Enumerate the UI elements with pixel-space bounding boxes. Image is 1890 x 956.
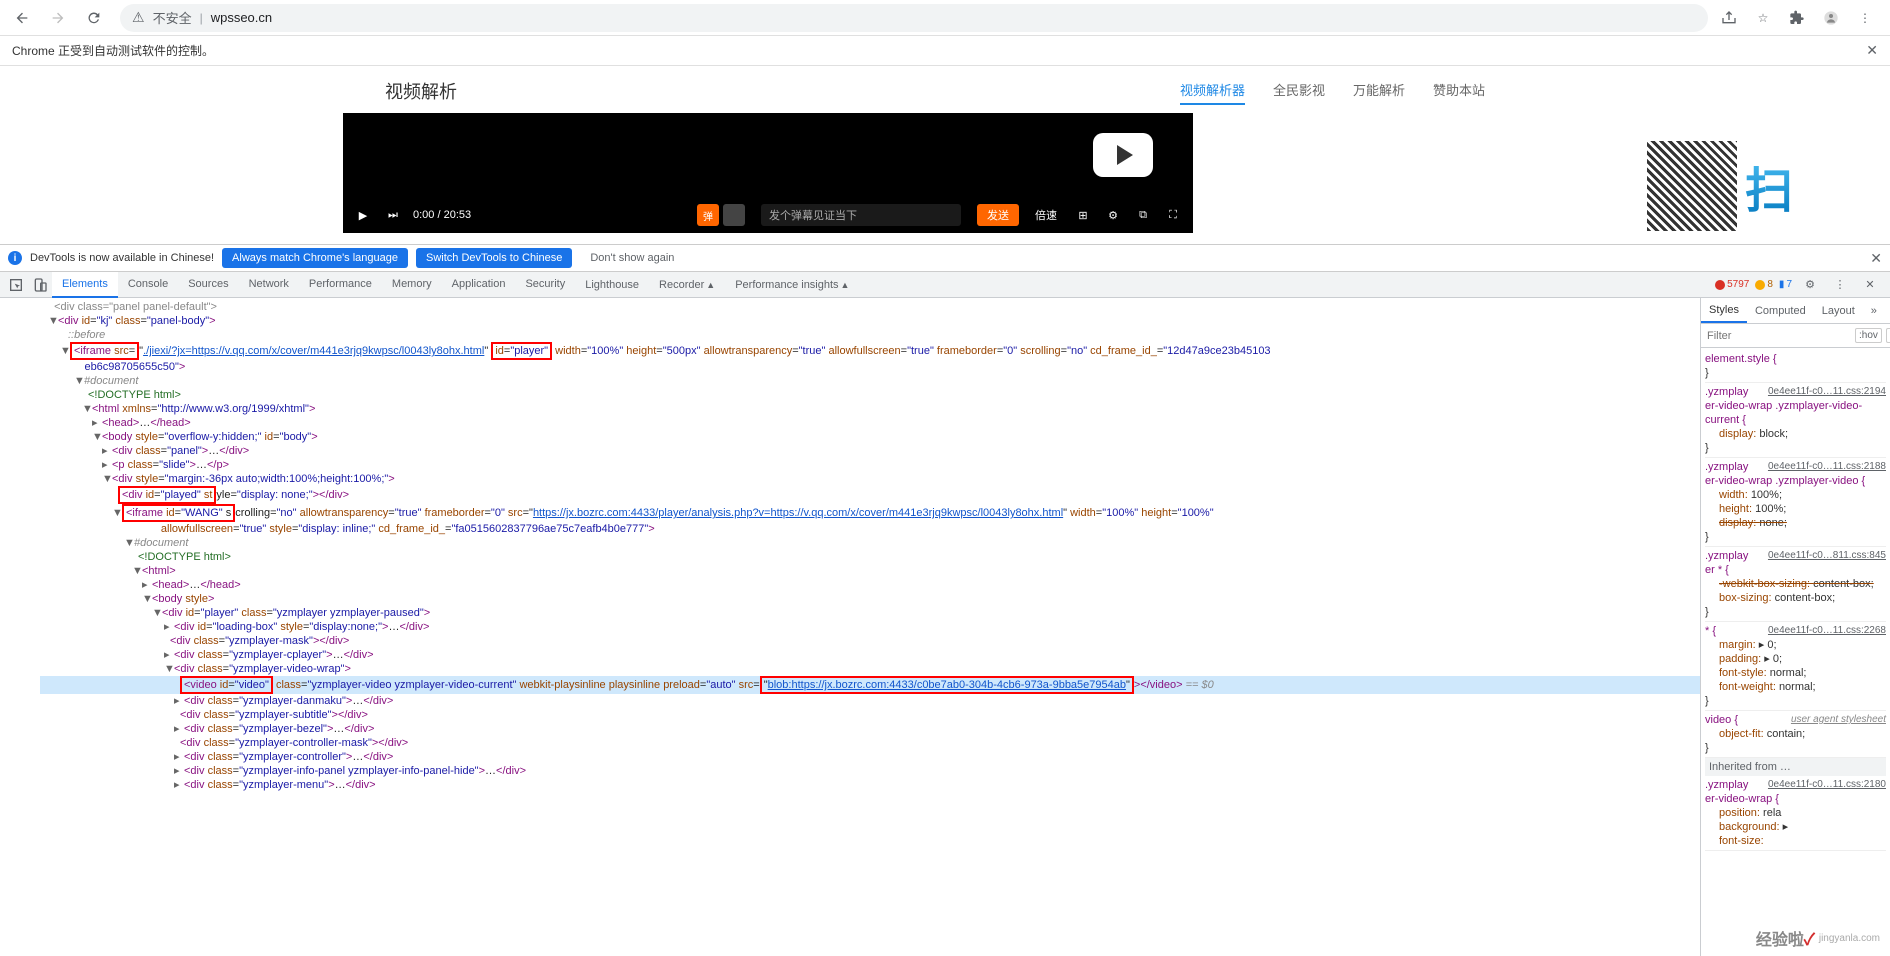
tab-application[interactable]: Application bbox=[442, 272, 516, 298]
nav-item-3[interactable]: 赞助本站 bbox=[1433, 76, 1485, 105]
tab-performance[interactable]: Performance bbox=[299, 272, 382, 298]
tab-sources[interactable]: Sources bbox=[178, 272, 238, 298]
profile-icon[interactable] bbox=[1822, 9, 1840, 27]
play-button[interactable]: ▶ bbox=[353, 205, 373, 225]
fullscreen-icon[interactable]: ⛶ bbox=[1163, 205, 1183, 225]
url-text: wpsseo.cn bbox=[211, 10, 272, 25]
puzzle-icon[interactable] bbox=[1788, 9, 1806, 27]
video-controls: ▶ ⏭ 0:00 / 20:53 弹 发个弹幕见证当下 发送 倍速 ⊞ ⚙ ⧉ … bbox=[343, 197, 1193, 233]
tab-perf-insights[interactable]: Performance insights ▲ bbox=[725, 272, 859, 298]
device-icon[interactable] bbox=[28, 273, 52, 297]
danmaku-toggle[interactable]: 弹 bbox=[697, 204, 719, 226]
insecure-label: 不安全 bbox=[153, 8, 192, 27]
page-title: 视频解析 bbox=[385, 78, 457, 104]
tab-security[interactable]: Security bbox=[515, 272, 575, 298]
quality-button[interactable]: ⊞ bbox=[1073, 205, 1093, 225]
devtools-close-icon[interactable]: ✕ bbox=[1858, 273, 1882, 297]
tab-console[interactable]: Console bbox=[118, 272, 178, 298]
page-header: 视频解析 视频解析器 全民影视 万能解析 赞助本站 bbox=[345, 66, 1545, 105]
notice-text: DevTools is now available in Chinese! bbox=[30, 252, 214, 264]
styles-tabs: Styles Computed Layout » bbox=[1701, 298, 1890, 324]
automation-text: Chrome 正受到自动测试软件的控制。 bbox=[12, 42, 214, 59]
iframe1-href[interactable]: ./jiexi/?jx=https://v.qq.com/x/cover/m44… bbox=[143, 345, 484, 357]
tab-recorder[interactable]: Recorder ▲ bbox=[649, 272, 725, 298]
settings-icon[interactable]: ⚙ bbox=[1103, 205, 1123, 225]
qr-text: 扫 bbox=[1745, 151, 1793, 221]
styles-tab-computed[interactable]: Computed bbox=[1747, 300, 1814, 322]
address-bar[interactable]: ⚠ 不安全 | wpsseo.cn bbox=[120, 4, 1708, 32]
back-button[interactable] bbox=[8, 4, 36, 32]
styles-panel: Styles Computed Layout » :hov .cls + ⊞ ▣… bbox=[1700, 298, 1890, 956]
forward-button[interactable] bbox=[44, 4, 72, 32]
styles-tab-styles[interactable]: Styles bbox=[1701, 299, 1747, 323]
tab-elements[interactable]: Elements bbox=[52, 272, 118, 298]
styles-filter-bar: :hov .cls + ⊞ ▣ bbox=[1701, 324, 1890, 348]
insecure-icon: ⚠ bbox=[132, 9, 145, 26]
menu-icon[interactable]: ⋮ bbox=[1856, 9, 1874, 27]
video-blob-href[interactable]: blob:https://jx.bozrc.com:4433/c0be7ab0-… bbox=[768, 679, 1126, 691]
styles-more[interactable]: » bbox=[1863, 300, 1885, 322]
warn-count[interactable]: 8 bbox=[1755, 279, 1773, 290]
tab-memory[interactable]: Memory bbox=[382, 272, 442, 298]
danmaku-setting[interactable] bbox=[723, 204, 745, 226]
nav-item-0[interactable]: 视频解析器 bbox=[1180, 76, 1245, 105]
play-overlay-icon[interactable] bbox=[1093, 133, 1153, 177]
send-button[interactable]: 发送 bbox=[977, 204, 1019, 226]
reload-button[interactable] bbox=[80, 4, 108, 32]
automation-close[interactable]: ✕ bbox=[1866, 42, 1878, 59]
bookmark-icon[interactable]: ☆ bbox=[1754, 9, 1772, 27]
devtools-tabs: Elements Console Sources Network Perform… bbox=[0, 272, 1890, 298]
devtools-settings-icon[interactable]: ⚙ bbox=[1798, 273, 1822, 297]
devtools-body: <div class="panel panel-default"> ▼<div … bbox=[0, 298, 1890, 956]
toolbar-right: ☆ ⋮ bbox=[1720, 9, 1882, 27]
switch-button[interactable]: Switch DevTools to Chinese bbox=[416, 248, 572, 268]
elements-panel[interactable]: <div class="panel panel-default"> ▼<div … bbox=[0, 298, 1700, 956]
next-button[interactable]: ⏭ bbox=[383, 205, 403, 225]
sidebar-qr: 扫 bbox=[1630, 126, 1810, 246]
nav-item-2[interactable]: 万能解析 bbox=[1353, 76, 1405, 105]
always-match-button[interactable]: Always match Chrome's language bbox=[222, 248, 408, 268]
qrcode-icon bbox=[1647, 141, 1737, 231]
devtools-language-notice: i DevTools is now available in Chinese! … bbox=[0, 244, 1890, 272]
speed-button[interactable]: 倍速 bbox=[1029, 205, 1063, 225]
styles-tab-layout[interactable]: Layout bbox=[1814, 300, 1863, 322]
hov-toggle[interactable]: :hov bbox=[1855, 328, 1882, 343]
page-nav: 视频解析器 全民影视 万能解析 赞助本站 bbox=[1180, 76, 1485, 105]
page-content: 视频解析 视频解析器 全民影视 万能解析 赞助本站 ▶ ⏭ 0:00 / 20:… bbox=[0, 66, 1890, 244]
share-icon[interactable] bbox=[1720, 9, 1738, 27]
notice-close[interactable]: ✕ bbox=[1870, 250, 1882, 267]
video-player[interactable]: ▶ ⏭ 0:00 / 20:53 弹 发个弹幕见证当下 发送 倍速 ⊞ ⚙ ⧉ … bbox=[343, 113, 1193, 233]
error-count[interactable]: 5797 bbox=[1715, 279, 1749, 290]
danmaku-input[interactable]: 发个弹幕见证当下 bbox=[761, 204, 961, 226]
cls-toggle[interactable]: .cls bbox=[1886, 328, 1890, 343]
info-count[interactable]: ▮7 bbox=[1779, 279, 1792, 290]
browser-toolbar: ⚠ 不安全 | wpsseo.cn ☆ ⋮ bbox=[0, 0, 1890, 36]
info-icon: i bbox=[8, 251, 22, 265]
devtools-more-icon[interactable]: ⋮ bbox=[1828, 273, 1852, 297]
iframe2-href[interactable]: https://jx.bozrc.com:4433/player/analysi… bbox=[533, 507, 1063, 519]
styles-filter-input[interactable] bbox=[1705, 328, 1851, 344]
pip-icon[interactable]: ⧉ bbox=[1133, 205, 1153, 225]
tab-lighthouse[interactable]: Lighthouse bbox=[575, 272, 649, 298]
nav-item-1[interactable]: 全民影视 bbox=[1273, 76, 1325, 105]
automation-notice: Chrome 正受到自动测试软件的控制。 ✕ bbox=[0, 36, 1890, 66]
dont-show-button[interactable]: Don't show again bbox=[580, 248, 684, 268]
tab-network[interactable]: Network bbox=[239, 272, 299, 298]
watermark: 经验啦✓ jingyanla.com bbox=[1756, 926, 1880, 950]
inspect-icon[interactable] bbox=[4, 273, 28, 297]
video-time: 0:00 / 20:53 bbox=[413, 209, 471, 221]
styles-rules[interactable]: element.style {}.yzmplay0e4ee11f-c0…11.c… bbox=[1701, 348, 1890, 956]
